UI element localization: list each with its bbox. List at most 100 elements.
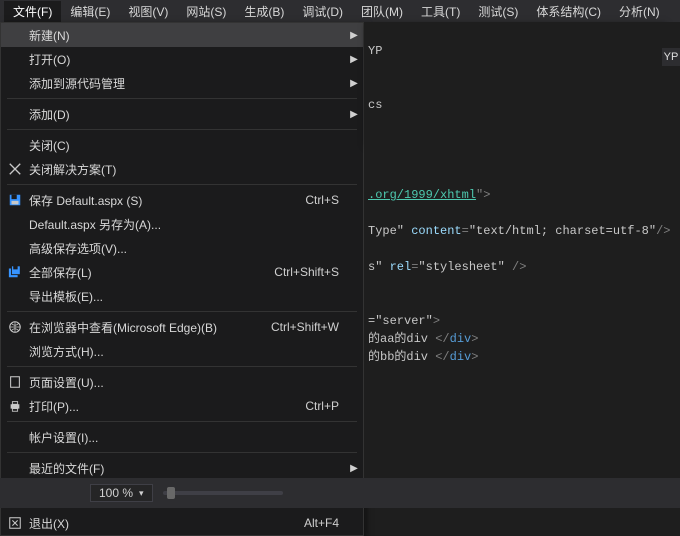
file-menu-item[interactable]: 帐户设置(I)...	[1, 425, 363, 449]
file-menu-item[interactable]: 打印(P)...Ctrl+P	[1, 394, 363, 418]
file-menu-item[interactable]: 页面设置(U)...	[1, 370, 363, 394]
menubar-item[interactable]: 文件(F)	[4, 1, 61, 22]
menu-label: 打印(P)...	[29, 398, 305, 415]
menu-label: 打开(O)	[29, 51, 339, 68]
menu-separator	[7, 366, 357, 367]
chevron-down-icon: ▾	[139, 488, 144, 499]
menu-label: 帐户设置(I)...	[29, 429, 339, 446]
file-menu-item[interactable]: 浏览方式(H)...	[1, 339, 363, 363]
menu-separator	[7, 452, 357, 453]
menu-shortcut: Ctrl+P	[305, 399, 349, 413]
menubar-item[interactable]: 网站(S)	[177, 1, 235, 22]
menu-separator	[7, 98, 357, 99]
page-setup-icon	[8, 375, 22, 389]
code-line: Type" content="text/html; charset=utf-8"…	[364, 222, 680, 240]
menubar-item[interactable]: 视图(V)	[119, 1, 177, 22]
code-line	[364, 150, 680, 168]
menu-icon-slot	[1, 320, 29, 334]
code-line	[364, 132, 680, 150]
file-menu-item[interactable]: 保存 Default.aspx (S)Ctrl+S	[1, 188, 363, 212]
close-solution-icon	[8, 162, 22, 176]
file-menu-item[interactable]: 打开(O) ▶	[1, 47, 363, 71]
menubar-item[interactable]: 调试(D)	[293, 1, 352, 22]
exit-icon	[8, 516, 22, 530]
menubar-item[interactable]: 分析(N)	[610, 1, 669, 22]
submenu-arrow-icon: ▶	[349, 54, 363, 65]
menu-label: 新建(N)	[29, 27, 339, 44]
menu-separator	[7, 311, 357, 312]
menubar-item[interactable]: 测试(S)	[469, 1, 527, 22]
menu-label: 高级保存选项(V)...	[29, 240, 339, 257]
file-menu-item[interactable]: 添加到源代码管理 ▶	[1, 71, 363, 95]
menubar-item[interactable]: 体系结构(C)	[527, 1, 610, 22]
code-line: YP	[364, 42, 680, 60]
menu-label: 关闭(C)	[29, 137, 339, 154]
file-menu-item[interactable]: 在浏览器中查看(Microsoft Edge)(B)Ctrl+Shift+W	[1, 315, 363, 339]
code-editor[interactable]: YP cs .org/1999/xhtml"> Type" content="t…	[364, 22, 680, 478]
code-line: 的bb的div </div>	[364, 348, 680, 366]
right-dock-tab[interactable]: YP	[662, 48, 680, 66]
menubar-item[interactable]: 编辑(E)	[61, 1, 119, 22]
save-all-icon	[8, 265, 22, 279]
menu-label: Default.aspx 另存为(A)...	[29, 216, 339, 233]
code-line	[364, 276, 680, 294]
file-menu-item[interactable]: Default.aspx 另存为(A)...	[1, 212, 363, 236]
submenu-arrow-icon: ▶	[349, 463, 363, 474]
browser-icon	[8, 320, 22, 334]
code-line: 的aa的div </div>	[364, 330, 680, 348]
code-line	[364, 60, 680, 78]
file-menu-item[interactable]: 高级保存选项(V)...	[1, 236, 363, 260]
file-menu-item[interactable]: 关闭(C)	[1, 133, 363, 157]
submenu-arrow-icon: ▶	[349, 78, 363, 89]
right-dock-label: YP	[664, 51, 679, 63]
submenu-arrow-icon: ▶	[349, 109, 363, 120]
submenu-arrow-icon: ▶	[349, 30, 363, 41]
code-line	[364, 114, 680, 132]
file-menu-item[interactable]: 添加(D) ▶	[1, 102, 363, 126]
menu-icon-slot	[1, 516, 29, 530]
menu-separator	[7, 129, 357, 130]
menu-separator	[7, 184, 357, 185]
menu-label: 导出模板(E)...	[29, 288, 339, 305]
zoom-combo[interactable]: 100 % ▾	[90, 484, 153, 502]
menu-icon-slot	[1, 162, 29, 176]
file-menu-item[interactable]: 新建(N) ▶	[1, 23, 363, 47]
menu-shortcut: Ctrl+Shift+S	[274, 265, 349, 279]
file-menu-item[interactable]: 最近的文件(F) ▶	[1, 456, 363, 480]
menu-icon-slot	[1, 265, 29, 279]
menu-icon-slot	[1, 375, 29, 389]
menu-label: 在浏览器中查看(Microsoft Edge)(B)	[29, 319, 271, 336]
code-line	[364, 204, 680, 222]
code-line	[364, 78, 680, 96]
code-line: cs	[364, 96, 680, 114]
print-icon	[8, 399, 22, 413]
menu-label: 全部保存(L)	[29, 264, 274, 281]
menubar-item[interactable]: 团队(M)	[352, 1, 412, 22]
menu-shortcut: Ctrl+Shift+W	[271, 320, 349, 334]
menu-label: 退出(X)	[29, 515, 304, 532]
file-menu: 新建(N) ▶ 打开(O) ▶ 添加到源代码管理 ▶ 添加(D) ▶ 关闭(C) 关闭解决方案(T…	[0, 22, 364, 536]
zoom-slider[interactable]	[163, 491, 283, 495]
file-menu-item[interactable]: 关闭解决方案(T)	[1, 157, 363, 181]
menu-label: 最近的文件(F)	[29, 460, 339, 477]
menu-label: 页面设置(U)...	[29, 374, 339, 391]
menu-icon-slot	[1, 193, 29, 207]
menu-icon-slot	[1, 399, 29, 413]
zoom-value: 100 %	[99, 486, 133, 500]
menu-label: 添加(D)	[29, 106, 339, 123]
menu-separator	[7, 421, 357, 422]
file-menu-item[interactable]: 导出模板(E)...	[1, 284, 363, 308]
menubar: 文件(F)编辑(E)视图(V)网站(S)生成(B)调试(D)团队(M)工具(T)…	[0, 0, 680, 22]
menu-label: 浏览方式(H)...	[29, 343, 339, 360]
menu-label: 关闭解决方案(T)	[29, 161, 339, 178]
code-line: ="server">	[364, 312, 680, 330]
menubar-item[interactable]: 工具(T)	[412, 1, 469, 22]
file-menu-item[interactable]: 退出(X)Alt+F4	[1, 511, 363, 535]
menubar-item[interactable]: 生成(B)	[235, 1, 293, 22]
zoom-slider-thumb[interactable]	[167, 487, 175, 499]
menu-label: 添加到源代码管理	[29, 75, 339, 92]
code-line	[364, 294, 680, 312]
file-menu-item[interactable]: 全部保存(L)Ctrl+Shift+S	[1, 260, 363, 284]
code-line	[364, 240, 680, 258]
menu-label: 保存 Default.aspx (S)	[29, 192, 305, 209]
